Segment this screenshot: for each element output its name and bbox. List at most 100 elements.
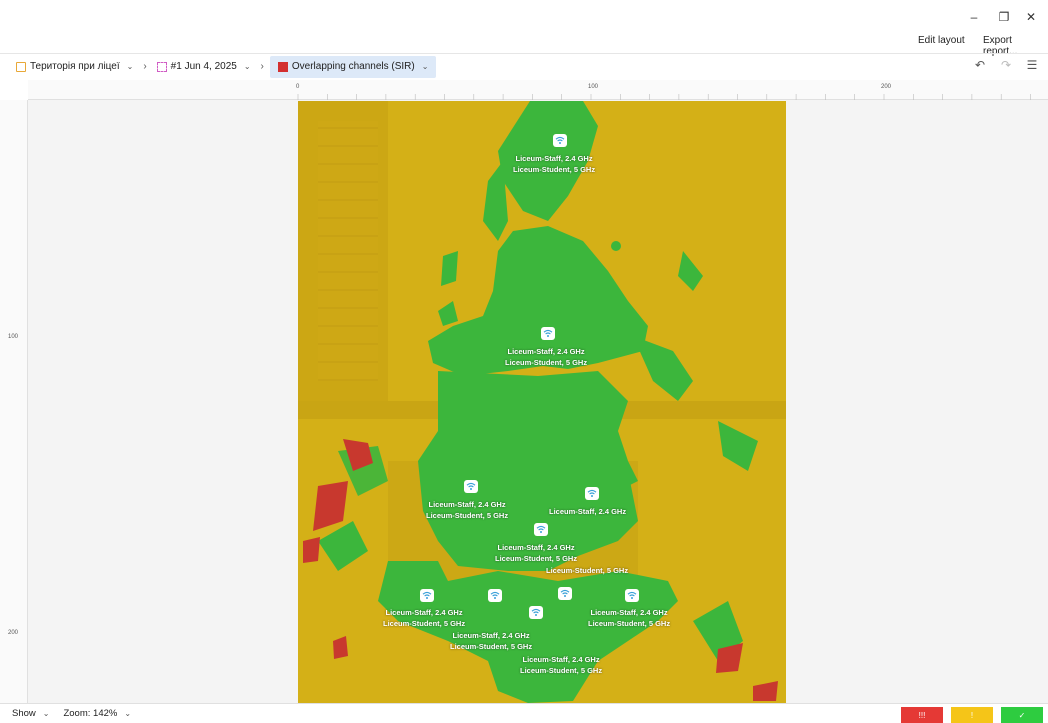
ruler-tick-label: 200 [881, 84, 892, 90]
zoom-label: Zoom: 142% [63, 708, 118, 719]
redo-button[interactable]: ↷ [998, 57, 1014, 73]
wifi-icon [536, 525, 546, 533]
access-point-label: Liceum-Staff, 2.4 GHz Liceum-Student, 5 G… [513, 153, 595, 175]
minimize-button[interactable]: – [963, 8, 985, 26]
access-point-label: Liceum-Staff, 2.4 GHz Liceum-Student, 5 G… [450, 630, 532, 652]
ruler-tick-label: 100 [588, 84, 599, 90]
canvas-tools: ↶ ↷ ☰ [972, 57, 1040, 73]
access-point-label: Liceum-Staff, 2.4 GHz Liceum-Student, 5 G… [520, 654, 602, 676]
sliders-icon: ☰ [1026, 58, 1038, 72]
ssid-label: Liceum-Student, 5 GHz [513, 165, 596, 174]
zoom-dropdown[interactable]: Zoom: 142% ⌄ [63, 708, 131, 719]
access-point-icon[interactable] [534, 523, 548, 536]
ssid-label: Liceum-Staff, 2.4 GHz [590, 608, 668, 617]
breadcrumb-site-label: Територія при ліцеї [30, 61, 120, 72]
redo-icon: ↷ [1000, 58, 1012, 72]
ssid-label: Liceum-Student, 5 GHz [588, 619, 671, 628]
settings-button[interactable]: ☰ [1024, 57, 1040, 73]
access-point-icon[interactable] [585, 487, 599, 500]
access-point-icon[interactable] [464, 480, 478, 493]
edit-layout-button[interactable]: Edit layout [918, 35, 965, 46]
restore-icon: ❐ [998, 10, 1010, 24]
floor-plan-icon [16, 61, 26, 72]
breadcrumb-visualization[interactable]: Overlapping channels (SIR) ⌄ [269, 55, 437, 78]
issues-ok-badge[interactable]: ✓ [1001, 707, 1043, 723]
access-point-icon[interactable] [529, 606, 543, 619]
access-point-label: Liceum-Staff, 2.4 GHz Liceum-Student, 5 G… [426, 499, 508, 521]
horizontal-ruler: 0 100 200 [28, 80, 1048, 100]
access-point-label: Liceum-Staff, 2.4 GHz Liceum-Student, 5 G… [383, 607, 465, 629]
ssid-label: Liceum-Staff, 2.4 GHz [497, 543, 575, 552]
access-point-icon[interactable] [625, 589, 639, 602]
ssid-label: Liceum-Staff, 2.4 GHz [507, 347, 585, 356]
show-label: Show [12, 708, 36, 719]
access-point-label: Liceum-Staff, 2.4 GHz Liceum-Student, 5 G… [505, 346, 587, 368]
access-point-icon[interactable] [553, 134, 567, 147]
breadcrumb-survey[interactable]: #1 Jun 4, 2025 ⌄ [153, 56, 255, 78]
wifi-icon [466, 482, 476, 490]
chevron-right-icon: › [143, 61, 147, 72]
title-bar: – ❐ ✕ Edit layout Export report... [0, 0, 1048, 57]
wifi-icon [627, 591, 637, 599]
ssid-label: Liceum-Staff, 2.4 GHz [452, 631, 530, 640]
status-bar: Show ⌄ Zoom: 142% ⌄ [0, 703, 1048, 723]
ssid-label: Liceum-Student, 5 GHz [520, 666, 603, 675]
ssid-label: Liceum-Student, 5 GHz [450, 642, 533, 651]
ssid-label: Liceum-Staff, 2.4 GHz [385, 608, 463, 617]
access-point-icon[interactable] [541, 327, 555, 340]
breadcrumb: Територія при ліцеї ⌄ › #1 Jun 4, 2025 ⌄… [0, 53, 1048, 79]
badge-label: ✓ [1018, 710, 1026, 720]
wifi-icon [531, 608, 541, 616]
ssid-label: Liceum-Student, 5 GHz [505, 358, 588, 367]
ruler-tick-label: 0 [296, 84, 300, 90]
wifi-icon [490, 591, 500, 599]
chevron-down-icon: ⌄ [421, 62, 429, 71]
ssid-label: Liceum-Staff, 2.4 GHz [515, 154, 593, 163]
breadcrumb-survey-label: #1 Jun 4, 2025 [170, 61, 237, 72]
wifi-icon [555, 136, 565, 144]
issues-critical-badge[interactable]: !!! [901, 707, 943, 723]
ruler-tick-label: 200 [8, 630, 19, 636]
access-point-label: Liceum-Staff, 2.4 GHz Liceum-Student, 5 G… [588, 607, 670, 629]
badge-label: !!! [918, 710, 926, 720]
chevron-down-icon: ⌄ [243, 62, 251, 71]
heatmap-canvas[interactable]: Liceum-Staff, 2.4 GHz Liceum-Student, 5 G… [298, 101, 786, 703]
breadcrumb-visualization-label: Overlapping channels (SIR) [291, 61, 415, 72]
ssid-label: Liceum-Staff, 2.4 GHz [549, 507, 627, 516]
close-button[interactable]: ✕ [1020, 8, 1042, 26]
access-point-icon[interactable] [558, 587, 572, 600]
breadcrumb-site[interactable]: Територія при ліцеї ⌄ [12, 56, 137, 78]
access-point-label: Liceum-Student, 5 GHz [546, 565, 628, 576]
chevron-down-icon: ⌄ [42, 709, 50, 718]
ssid-label: Liceum-Staff, 2.4 GHz [428, 500, 506, 509]
ruler-tick-label: 100 [8, 334, 19, 340]
chevron-right-icon: › [260, 61, 264, 72]
minimize-icon: – [970, 10, 978, 24]
ssid-label: Liceum-Staff, 2.4 GHz [522, 655, 600, 664]
access-point-icon[interactable] [488, 589, 502, 602]
wifi-icon [587, 489, 597, 497]
restore-button[interactable]: ❐ [993, 8, 1015, 26]
survey-icon [156, 61, 167, 72]
wifi-icon [422, 591, 432, 599]
access-point-label: Liceum-Staff, 2.4 GHz Liceum-Student, 5 G… [495, 542, 577, 564]
building [318, 121, 378, 381]
vertical-ruler: 100 200 [0, 100, 28, 703]
access-point-icon[interactable] [420, 589, 434, 602]
close-icon: ✕ [1025, 10, 1037, 24]
ruler-ticks [297, 94, 1031, 100]
access-point-label: Liceum-Staff, 2.4 GHz [549, 506, 626, 517]
wifi-icon [543, 329, 553, 337]
chevron-down-icon: ⌄ [126, 62, 134, 71]
ssid-label: Liceum-Student, 5 GHz [426, 511, 509, 520]
visualization-color-icon [277, 61, 288, 72]
ssid-label: Liceum-Student, 5 GHz [546, 566, 629, 575]
issues-warning-badge[interactable]: ! [951, 707, 993, 723]
ssid-label: Liceum-Student, 5 GHz [383, 619, 466, 628]
badge-label: ! [970, 710, 974, 720]
ssid-label: Liceum-Student, 5 GHz [495, 554, 578, 563]
chevron-down-icon: ⌄ [124, 709, 132, 718]
show-dropdown[interactable]: Show ⌄ [12, 708, 49, 719]
undo-button[interactable]: ↶ [972, 57, 988, 73]
undo-icon: ↶ [974, 58, 986, 72]
